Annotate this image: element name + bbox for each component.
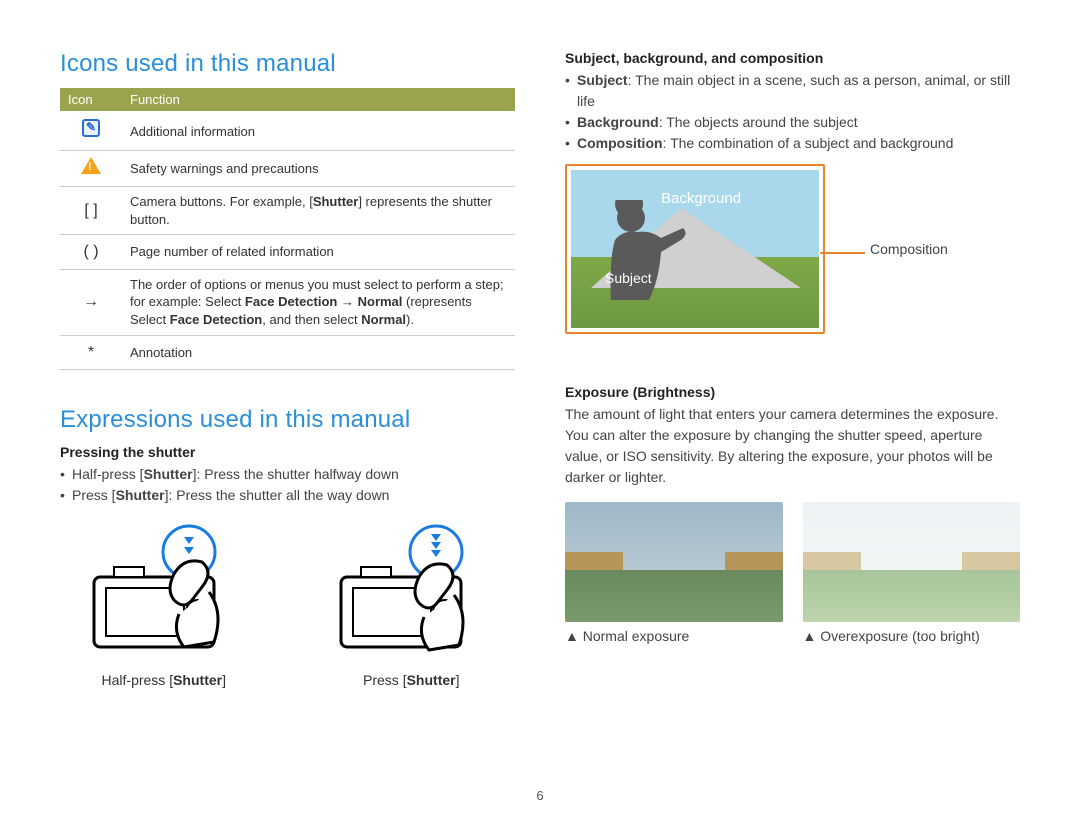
over-exposure-block: ▲ Overexposure (too bright) — [803, 502, 1021, 644]
func-cell: The order of options or menus you must s… — [122, 269, 515, 335]
text: : The objects around the subject — [659, 114, 858, 130]
composition-label: Composition — [870, 241, 948, 257]
text: → — [337, 294, 357, 309]
parens-icon: ( ) — [60, 235, 122, 270]
text: Half-press [ — [72, 466, 144, 482]
text: : The combination of a subject and backg… — [663, 135, 954, 151]
bold-text: Shutter — [116, 487, 165, 503]
heading-expressions: Expressions used in this manual — [60, 406, 515, 434]
bold-text: Normal — [358, 294, 403, 309]
star-icon: * — [60, 335, 122, 370]
text: ]: Press the shutter all the way down — [165, 487, 390, 503]
func-cell: Annotation — [122, 335, 515, 370]
water-icon — [803, 570, 1021, 622]
exposure-examples: ▲ Normal exposure ▲ Overexposure (too br… — [565, 502, 1020, 644]
person-silhouette-icon — [589, 200, 699, 320]
right-column: Subject, background, and composition Sub… — [565, 50, 1020, 688]
bold-text: Composition — [577, 135, 663, 151]
exposure-title: Exposure (Brightness) — [565, 384, 1020, 400]
th-icon: Icon — [60, 88, 122, 112]
warn-icon-cell — [60, 150, 122, 187]
full-press-diagram: Press [Shutter] — [308, 522, 516, 688]
text: Press [ — [72, 487, 116, 503]
bold-text: Normal — [361, 312, 406, 327]
water-icon — [565, 570, 783, 622]
exposure-text: The amount of light that enters your cam… — [565, 404, 1020, 488]
bold-text: Face Detection — [245, 294, 337, 309]
diagram-scene: Background Subject — [571, 170, 819, 328]
text: Press [ — [363, 672, 407, 688]
normal-exposure-caption: ▲ Normal exposure — [565, 628, 783, 644]
normal-exposure-block: ▲ Normal exposure — [565, 502, 783, 644]
composition-diagram: Background Subject Composition — [565, 164, 1020, 354]
arrow-icon: → — [60, 269, 122, 335]
camera-fullpress-icon — [331, 522, 491, 662]
func-cell: Camera buttons. For example, [Shutter] r… — [122, 187, 515, 235]
bold-text: Subject — [577, 72, 628, 88]
text: ]: Press the shutter halfway down — [193, 466, 399, 482]
brackets-icon: [ ] — [60, 187, 122, 235]
table-row: → The order of options or menus you must… — [60, 269, 515, 335]
over-exposure-image — [803, 502, 1021, 622]
sbc-title: Subject, background, and composition — [565, 50, 1020, 66]
full-press-caption: Press [Shutter] — [308, 672, 516, 688]
func-cell: Page number of related information — [122, 235, 515, 270]
sbc-list: Subject: The main object in a scene, suc… — [565, 70, 1020, 154]
table-row: Additional information — [60, 112, 515, 150]
pressing-list: Half-press [Shutter]: Press the shutter … — [60, 464, 515, 506]
bold-text: Shutter — [407, 672, 456, 688]
bold-text: Shutter — [144, 466, 193, 482]
bold-text: Shutter — [313, 194, 359, 209]
text: ] — [222, 672, 226, 688]
half-press-diagram: Half-press [Shutter] — [60, 522, 268, 688]
composition-leader-line — [820, 252, 865, 254]
pressing-shutter-title: Pressing the shutter — [60, 444, 515, 460]
left-column: Icons used in this manual Icon Function … — [60, 50, 515, 688]
icons-table: Icon Function Additional information Saf… — [60, 88, 515, 370]
bold-text: Background — [577, 114, 659, 130]
func-cell: Additional information — [122, 112, 515, 150]
camera-halfpress-icon — [84, 522, 244, 662]
info-icon-cell — [60, 112, 122, 150]
subject-label: Subject — [605, 270, 652, 286]
heading-icons: Icons used in this manual — [60, 50, 515, 78]
text: Camera buttons. For example, [ — [130, 194, 313, 209]
table-row: Safety warnings and precautions — [60, 150, 515, 187]
list-item: Press [Shutter]: Press the shutter all t… — [60, 485, 515, 506]
text: ] — [456, 672, 460, 688]
half-press-caption: Half-press [Shutter] — [60, 672, 268, 688]
table-row: * Annotation — [60, 335, 515, 370]
warning-icon — [81, 157, 101, 174]
text: , and then select — [262, 312, 361, 327]
list-item: Half-press [Shutter]: Press the shutter … — [60, 464, 515, 485]
over-exposure-caption: ▲ Overexposure (too bright) — [803, 628, 1021, 644]
text: Half-press [ — [102, 672, 174, 688]
normal-exposure-image — [565, 502, 783, 622]
list-item: Composition: The combination of a subjec… — [565, 133, 1020, 154]
text: : The main object in a scene, such as a … — [577, 72, 1010, 109]
text: ). — [406, 312, 414, 327]
table-row: [ ] Camera buttons. For example, [Shutte… — [60, 187, 515, 235]
page-number: 6 — [536, 788, 543, 803]
list-item: Subject: The main object in a scene, suc… — [565, 70, 1020, 112]
info-icon — [82, 119, 100, 137]
diagram-frame: Background Subject — [565, 164, 825, 334]
list-item: Background: The objects around the subje… — [565, 112, 1020, 133]
bold-text: Face Detection — [170, 312, 262, 327]
func-cell: Safety warnings and precautions — [122, 150, 515, 187]
shutter-diagrams: Half-press [Shutter] — [60, 522, 515, 688]
bold-text: Shutter — [173, 672, 222, 688]
table-row: ( ) Page number of related information — [60, 235, 515, 270]
th-function: Function — [122, 88, 515, 112]
